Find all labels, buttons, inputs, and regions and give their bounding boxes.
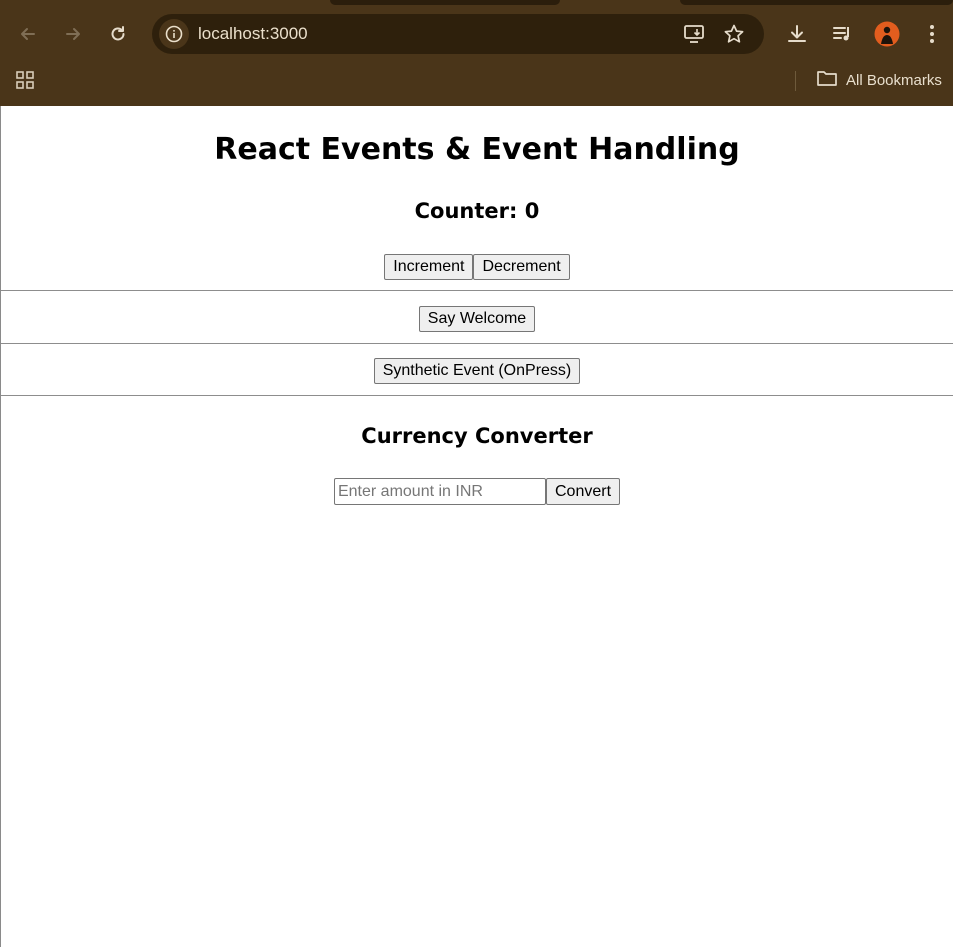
bookmark-star-icon[interactable]: [718, 18, 750, 50]
media-controls-icon[interactable]: [826, 18, 858, 50]
bookmarks-bar: All Bookmarks: [0, 62, 953, 98]
reload-icon[interactable]: [102, 18, 134, 50]
forward-icon[interactable]: [57, 18, 89, 50]
amount-input[interactable]: [333, 478, 546, 505]
profile-avatar-icon[interactable]: [871, 18, 903, 50]
address-bar[interactable]: [152, 14, 764, 54]
all-bookmarks-button[interactable]: All Bookmarks: [816, 67, 942, 93]
synthetic-event-button[interactable]: Synthetic Event (OnPress): [373, 358, 581, 384]
synthetic-row: Synthetic Event (OnPress): [1, 358, 953, 384]
browser-toolbar: [0, 12, 953, 56]
folder-icon: [816, 69, 838, 91]
tab-inactive[interactable]: [680, 0, 953, 5]
install-app-icon[interactable]: [678, 18, 710, 50]
divider: [1, 290, 953, 291]
say-welcome-button[interactable]: Say Welcome: [418, 306, 536, 332]
browser-chrome: All Bookmarks: [0, 0, 953, 106]
counter-heading: Counter: 0: [414, 199, 540, 223]
decrement-button[interactable]: Decrement: [473, 254, 570, 280]
tab-inactive[interactable]: [330, 0, 560, 5]
url-input[interactable]: [198, 14, 598, 54]
counter-controls: Increment Decrement: [1, 254, 953, 280]
page-content: React Events & Event Handling Counter: 0…: [0, 106, 953, 947]
all-bookmarks-label: All Bookmarks: [846, 71, 942, 89]
site-info-icon[interactable]: [159, 19, 189, 49]
apps-grid-icon[interactable]: [9, 64, 41, 96]
convert-button[interactable]: Convert: [545, 478, 621, 505]
divider: [1, 395, 953, 396]
increment-button[interactable]: Increment: [384, 254, 474, 280]
converter-form: Convert: [1, 478, 953, 505]
welcome-row: Say Welcome: [1, 306, 953, 332]
back-icon[interactable]: [12, 18, 44, 50]
currency-converter-heading: Currency Converter: [361, 424, 593, 448]
bookmarks-separator: [795, 71, 796, 91]
divider: [1, 343, 953, 344]
downloads-icon[interactable]: [781, 18, 813, 50]
page-title: React Events & Event Handling: [214, 132, 740, 167]
menu-kebab-icon[interactable]: [916, 18, 948, 50]
